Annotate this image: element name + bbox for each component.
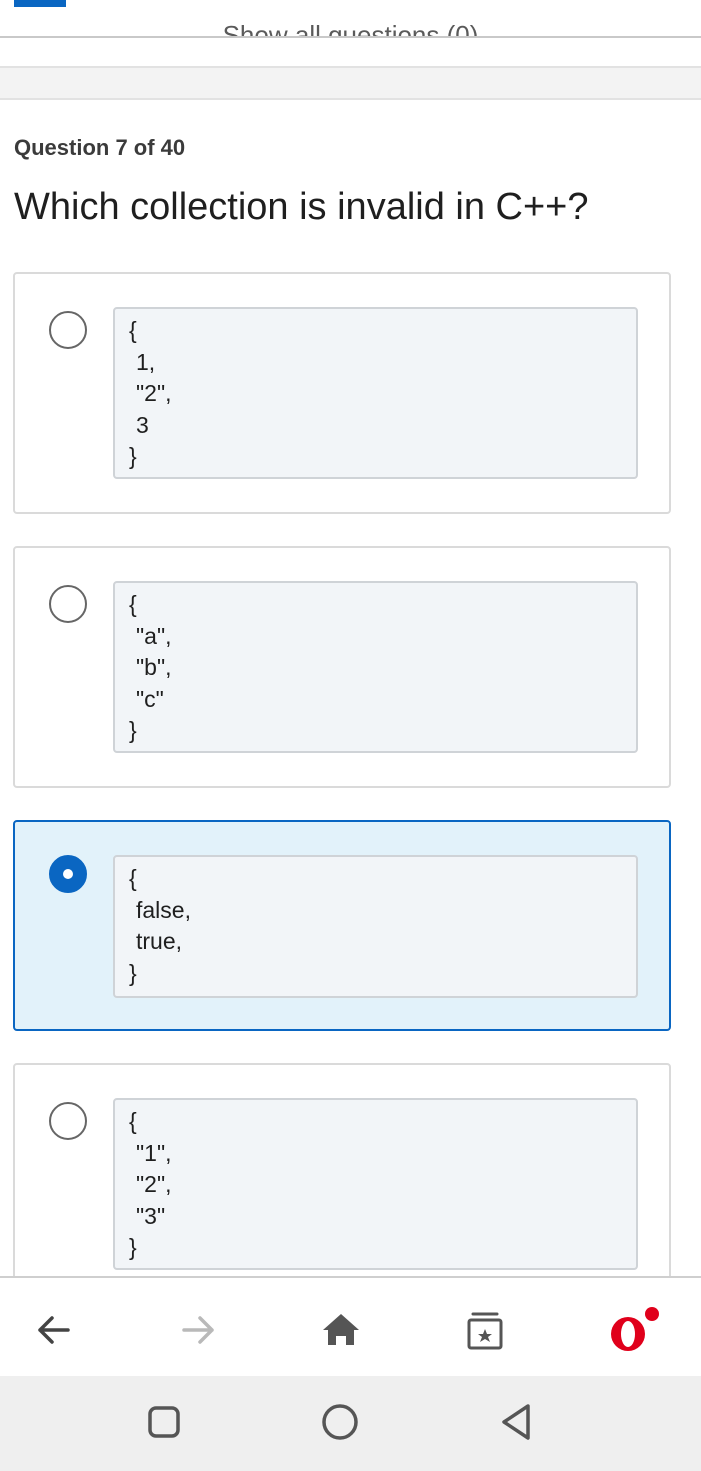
code-line: "2", xyxy=(136,380,172,406)
code-line: "b", xyxy=(136,654,172,680)
radio-button[interactable] xyxy=(49,1102,87,1140)
code-block: { false, true, } xyxy=(113,855,638,998)
answer-option-3[interactable]: { false, true, } xyxy=(13,820,671,1031)
radio-button[interactable] xyxy=(49,311,87,349)
opera-icon[interactable] xyxy=(602,1302,659,1358)
code-line: { xyxy=(129,865,137,891)
radio-button-checked[interactable] xyxy=(49,855,87,893)
system-navigation-bar xyxy=(0,1376,701,1471)
code-line: } xyxy=(129,1234,137,1260)
home-circle-icon[interactable] xyxy=(312,1394,368,1450)
answer-option-2[interactable]: { "a", "b", "c" } xyxy=(13,546,671,788)
top-header: Show all questions (0) xyxy=(0,0,701,38)
code-block: { "1", "2", "3" } xyxy=(113,1098,638,1270)
back-arrow-icon[interactable] xyxy=(26,1302,82,1358)
code-line: false, xyxy=(136,896,191,923)
code-line: "1", xyxy=(136,1139,172,1166)
home-icon[interactable] xyxy=(313,1302,369,1358)
separator-band xyxy=(0,66,701,100)
code-line: "2", xyxy=(136,1171,172,1197)
code-line: 3 xyxy=(136,411,149,438)
question-text: Which collection is invalid in C++? xyxy=(14,186,589,228)
forward-arrow-icon[interactable] xyxy=(170,1302,226,1358)
code-block: { "a", "b", "c" } xyxy=(113,581,638,753)
code-line: } xyxy=(129,959,137,986)
tab-share-icon[interactable] xyxy=(457,1302,513,1358)
code-line: { xyxy=(129,317,137,343)
code-line: { xyxy=(129,591,137,617)
back-triangle-icon[interactable] xyxy=(488,1394,544,1450)
code-line: { xyxy=(129,1108,137,1134)
question-counter: Question 7 of 40 xyxy=(14,135,186,160)
code-line: } xyxy=(129,443,137,469)
code-line: "3" xyxy=(136,1202,166,1229)
code-line: true, xyxy=(136,928,183,954)
show-all-questions-link[interactable]: Show all questions (0) xyxy=(0,20,701,36)
answer-option-4[interactable]: { "1", "2", "3" } xyxy=(13,1063,671,1305)
radio-button[interactable] xyxy=(49,585,87,623)
code-line: } xyxy=(129,717,137,743)
code-line: "c" xyxy=(136,685,164,712)
code-line: "a", xyxy=(136,622,172,649)
code-line: 1, xyxy=(136,348,156,375)
browser-toolbar xyxy=(0,1276,701,1376)
answer-option-1[interactable]: { 1, "2", 3 } xyxy=(13,272,671,514)
code-block: { 1, "2", 3 } xyxy=(113,307,638,479)
recent-apps-icon[interactable] xyxy=(136,1394,192,1450)
active-tab-indicator xyxy=(14,0,66,7)
